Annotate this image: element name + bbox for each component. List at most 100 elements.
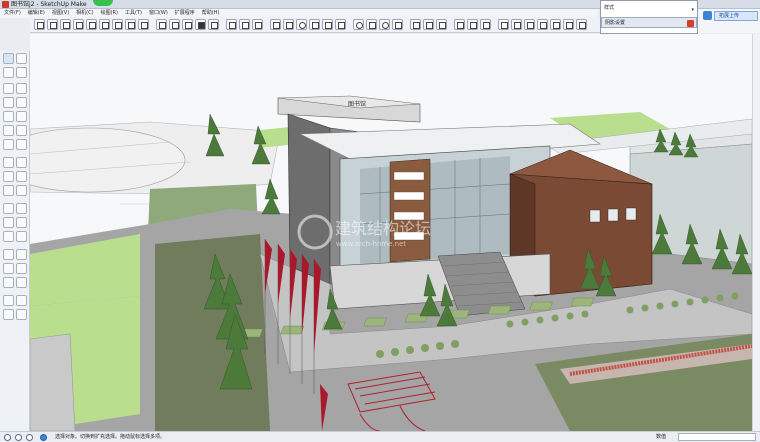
menu-file[interactable]: 文件(F) — [4, 9, 21, 18]
sync-icon[interactable] — [703, 11, 712, 20]
move-tool-icon[interactable] — [3, 157, 14, 168]
textured-icon[interactable] — [208, 19, 219, 30]
offset-tool-icon[interactable] — [16, 185, 27, 196]
lookaround-tool-icon[interactable] — [3, 309, 14, 320]
3d-warehouse-icon[interactable] — [410, 19, 421, 30]
front-view-icon[interactable] — [99, 19, 110, 30]
status-bar: 选择对象。切换到扩充选择。拖动鼠标选择多项。 数值 — [0, 431, 760, 442]
tray-shadow-row[interactable]: 阴影设置 — [601, 17, 697, 28]
move-icon[interactable] — [270, 19, 281, 30]
walk-tool-icon[interactable] — [16, 295, 27, 306]
hidden-line-icon[interactable] — [182, 19, 193, 30]
back-view-icon[interactable] — [125, 19, 136, 30]
rotate-tool-icon[interactable] — [3, 171, 14, 182]
section-plane-icon[interactable] — [454, 19, 465, 30]
wireframe-icon[interactable] — [169, 19, 180, 30]
geo-location-icon[interactable] — [4, 434, 11, 441]
paint-icon[interactable] — [239, 19, 250, 30]
orbit-tool-icon[interactable] — [3, 249, 14, 260]
component-tool-icon[interactable] — [16, 53, 27, 64]
main-toolbar — [30, 17, 600, 33]
pushpull-tool-icon[interactable] — [16, 157, 27, 168]
tag-icon[interactable] — [511, 19, 522, 30]
followme-tool-icon[interactable] — [16, 171, 27, 182]
select-tool-icon[interactable] — [3, 53, 14, 64]
orbit-icon[interactable] — [353, 19, 364, 30]
rectangle-tool-icon[interactable] — [3, 97, 14, 108]
xray-icon[interactable] — [156, 19, 167, 30]
freehand-tool-icon[interactable] — [16, 83, 27, 94]
section-plane-tool-icon[interactable] — [16, 309, 27, 320]
scale-icon[interactable] — [322, 19, 333, 30]
new-file-icon[interactable] — [34, 19, 45, 30]
measurements-input[interactable] — [678, 433, 756, 441]
home-view-icon[interactable] — [60, 19, 71, 30]
user-account-icon[interactable] — [26, 434, 33, 441]
walk-icon[interactable] — [537, 19, 548, 30]
scale-tool-icon[interactable] — [3, 185, 14, 196]
right-view-icon[interactable] — [112, 19, 123, 30]
pencil-tool-icon[interactable] — [3, 83, 14, 94]
zoom-tool-icon[interactable] — [3, 263, 14, 274]
default-tray: 样式 ▾ 阴影设置 — [600, 0, 698, 34]
circle-tool-icon[interactable] — [3, 111, 14, 122]
camera-icon[interactable] — [524, 19, 535, 30]
model-scene: 图书馆 建筑结构论坛 www.arch-home.net — [30, 34, 752, 431]
polygon-tool-icon[interactable] — [16, 111, 27, 122]
settings-icon[interactable] — [576, 19, 587, 30]
protractor-tool-icon[interactable] — [3, 217, 14, 228]
model-viewport[interactable]: 图书馆 建筑结构论坛 www.arch-home.net — [30, 34, 752, 431]
credits-icon[interactable] — [15, 434, 22, 441]
eraser-tool-icon[interactable] — [16, 67, 27, 78]
zoom-extents-icon[interactable] — [392, 19, 403, 30]
pan-tool-icon[interactable] — [16, 249, 27, 260]
rotated-rectangle-tool-icon[interactable] — [16, 97, 27, 108]
viewport-scrollbar[interactable] — [752, 34, 760, 431]
lookaround-icon[interactable] — [550, 19, 561, 30]
tape-tool-icon[interactable] — [3, 203, 14, 214]
pushpull-icon[interactable] — [283, 19, 294, 30]
sketchup-logo-icon — [2, 1, 9, 8]
zoom-icon[interactable] — [379, 19, 390, 30]
two-point-arc-tool-icon[interactable] — [16, 125, 27, 136]
top-view-icon[interactable] — [86, 19, 97, 30]
three-point-arc-tool-icon[interactable] — [3, 139, 14, 150]
zoom-extents-tool-icon[interactable] — [3, 277, 14, 288]
upload-button[interactable]: 拓展上传 — [714, 11, 758, 21]
shaded-icon[interactable] — [195, 19, 206, 30]
chevron-down-icon: ▾ — [691, 7, 694, 13]
paint-tool-icon[interactable] — [3, 67, 14, 78]
rotate-icon[interactable] — [296, 19, 307, 30]
extension-warehouse-icon[interactable] — [436, 19, 447, 30]
left-view-icon[interactable] — [138, 19, 149, 30]
followme-icon[interactable] — [309, 19, 320, 30]
tray-styles-label: 样式 — [604, 5, 615, 11]
arc-tool-icon[interactable] — [3, 125, 14, 136]
position-camera-icon[interactable] — [563, 19, 574, 30]
measurements-label: 数值 — [656, 434, 667, 440]
pie-tool-icon[interactable] — [16, 139, 27, 150]
tray-styles-row[interactable]: 样式 ▾ — [601, 3, 697, 14]
position-camera-tool-icon[interactable] — [3, 295, 14, 306]
open-file-icon[interactable] — [47, 19, 58, 30]
layer-icon[interactable] — [498, 19, 509, 30]
zoom-window-tool-icon[interactable] — [16, 263, 27, 274]
dimension-tool-icon[interactable] — [16, 203, 27, 214]
iso-view-icon[interactable] — [73, 19, 84, 30]
close-icon[interactable] — [687, 20, 694, 27]
share-model-icon[interactable] — [423, 19, 434, 30]
notification-tab[interactable] — [93, 0, 113, 6]
pan-icon[interactable] — [366, 19, 377, 30]
building-sign-text: 图书馆 — [348, 100, 366, 108]
eraser-icon[interactable] — [252, 19, 263, 30]
section-display-icon[interactable] — [467, 19, 478, 30]
text-tool-icon[interactable] — [16, 217, 27, 228]
axes-tool-icon[interactable] — [3, 231, 14, 242]
3dtext-tool-icon[interactable] — [16, 231, 27, 242]
select-icon[interactable] — [226, 19, 237, 30]
offset-icon[interactable] — [335, 19, 346, 30]
tray-shadow-label: 阴影设置 — [605, 20, 626, 26]
previous-view-tool-icon[interactable] — [16, 277, 27, 288]
help-icon[interactable] — [40, 434, 47, 441]
section-cut-icon[interactable] — [480, 19, 491, 30]
